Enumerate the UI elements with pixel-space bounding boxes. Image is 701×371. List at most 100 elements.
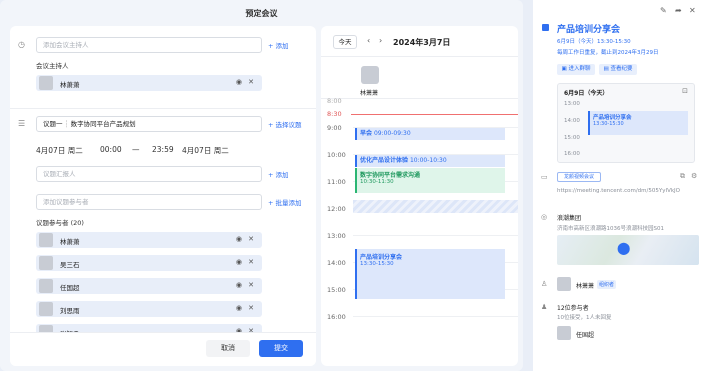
location-name: 浪潮集团 xyxy=(557,215,582,222)
meeting-form: ◷ 添加会议主持人 + 添加 会议主持人 林萧萧 ◉ ✕ ☰ 议题一 ┆ 数字协… xyxy=(10,26,316,366)
event-time: 10:30-11:30 xyxy=(360,179,394,185)
event-time: 10:00-10:30 xyxy=(409,157,447,164)
avatar xyxy=(39,76,53,90)
calendar-date: 2024年3月7日 xyxy=(393,38,451,47)
share-icon[interactable]: ➦ xyxy=(675,6,682,15)
topic-prefix: 议题一 xyxy=(43,120,63,128)
event-date: 6月9日（今天）13:30-15:30 xyxy=(557,39,631,45)
color-marker xyxy=(542,24,549,31)
close-icon[interactable]: ✕ xyxy=(248,78,254,86)
avatar xyxy=(557,277,571,291)
repeat-info: 每周工作日重复，截止到2024年3月29日 xyxy=(557,50,659,56)
mini-date: 6月9日（今天） xyxy=(564,90,609,97)
today-button[interactable]: 今天 xyxy=(333,35,357,49)
eye-icon[interactable]: ◉ xyxy=(236,235,242,243)
meeting-tag[interactable]: 龙颜视频会议 xyxy=(557,172,601,182)
organizer-name: 林萧萧 xyxy=(576,283,595,290)
event-requirements[interactable]: 数字协同平台需求沟通 10:30-11:30 xyxy=(355,168,505,193)
divider xyxy=(10,108,316,109)
edit-icon[interactable]: ✎ xyxy=(660,6,667,15)
eye-icon[interactable]: ◉ xyxy=(236,78,242,86)
mini-event-time: 13:30-15:30 xyxy=(593,121,624,127)
close-icon[interactable]: ✕ xyxy=(248,235,254,243)
participant-name: 任国超 xyxy=(60,284,80,292)
clock-icon: ◷ xyxy=(18,40,25,49)
person-name: 林萧萧 xyxy=(360,90,379,97)
participant-input[interactable]: 添加议题参与者 xyxy=(36,194,262,210)
event-morning-meeting[interactable]: 早会 09:00-09:30 xyxy=(355,128,505,140)
form-footer: 取消 提交 xyxy=(10,332,316,366)
event-title: 数字协同平台需求沟通 xyxy=(360,172,421,179)
close-icon[interactable]: ✕ xyxy=(248,258,254,266)
event-title: 产品培训分享会 xyxy=(360,254,403,261)
settings-icon[interactable]: ⚙ xyxy=(691,172,697,180)
event-detail-panel: ✎ ➦ ✕ 产品培训分享会 6月9日（今天）13:30-15:30 每周工作日重… xyxy=(533,0,701,371)
location-address: 济南市高新区浪潮路1036号浪潮科技园S01 xyxy=(557,226,664,232)
mini-hour: 13:00 xyxy=(564,101,580,107)
select-topic-link[interactable]: + 选择议题 xyxy=(268,119,302,129)
host-input[interactable]: 添加会议主持人 xyxy=(36,37,262,53)
event-time: 09:00-09:30 xyxy=(373,130,411,137)
time-dash: — xyxy=(132,145,140,154)
minutes-button[interactable]: ▤ 查看纪要 xyxy=(599,64,637,75)
meeting-url[interactable]: https://meeting.tencent.com/dm/505YyIVkJ… xyxy=(557,187,697,195)
mini-hour: 16:00 xyxy=(564,151,580,157)
group-icon: ♟ xyxy=(541,303,548,311)
current-time-label: 8:30 xyxy=(327,110,342,118)
current-time-line xyxy=(351,114,518,115)
event-time: 13:30-15:30 xyxy=(360,261,394,267)
event-training[interactable]: 产品培训分享会 13:30-15:30 xyxy=(355,249,505,299)
eye-icon[interactable]: ◉ xyxy=(236,304,242,312)
next-icon[interactable]: › xyxy=(379,36,382,45)
event-title: 早会 xyxy=(360,130,373,137)
add-host-link[interactable]: + 添加 xyxy=(268,40,289,50)
hour-label: 12:00 xyxy=(327,205,346,213)
mini-hour: 14:00 xyxy=(564,118,580,124)
location-icon: ◎ xyxy=(541,213,548,221)
participant-name: 林萧萧 xyxy=(60,238,80,246)
submit-button[interactable]: 提交 xyxy=(259,340,303,357)
prev-icon[interactable]: ‹ xyxy=(367,36,370,45)
add-reporter-link[interactable]: + 添加 xyxy=(268,169,289,179)
avatar xyxy=(39,233,53,247)
close-icon[interactable]: ✕ xyxy=(248,281,254,289)
mini-calendar: 6月9日（今天） ⊡ 13:00 14:00 15:00 16:00 产品培训分… xyxy=(557,83,695,163)
close-icon[interactable]: ✕ xyxy=(689,6,696,15)
avatar xyxy=(39,279,53,293)
mini-event[interactable]: 产品培训分享会 13:30-15:30 xyxy=(588,111,688,135)
lunch-block xyxy=(353,200,518,213)
mini-event-title: 产品培训分享会 xyxy=(593,115,632,121)
join-chat-button[interactable]: ▣ 进入群聊 xyxy=(557,64,595,75)
participants-label: 议题参与者 (20) xyxy=(36,219,84,227)
end-time[interactable]: 23:59 xyxy=(152,145,174,154)
mini-hour: 15:00 xyxy=(564,135,580,141)
copy-icon[interactable]: ⧉ xyxy=(680,172,685,181)
participant-name: 吴三石 xyxy=(60,261,80,269)
event-design[interactable]: 优化产品设计体验 10:00-10:30 xyxy=(355,155,505,167)
list-icon: ☰ xyxy=(18,119,26,128)
divider xyxy=(321,56,518,57)
eye-icon[interactable]: ◉ xyxy=(236,281,242,289)
expand-icon[interactable]: ⊡ xyxy=(682,87,688,95)
start-time[interactable]: 00:00 xyxy=(100,145,122,154)
start-date[interactable]: 4月07日 周二 xyxy=(36,145,83,156)
host-section-label: 会议主持人 xyxy=(36,62,69,70)
close-icon[interactable]: ✕ xyxy=(248,304,254,312)
eye-icon[interactable]: ◉ xyxy=(236,258,242,266)
participants-status: 10位接受，1人未回复 xyxy=(557,315,612,321)
map-pin-icon: ⬤ xyxy=(617,241,631,255)
reporter-input[interactable]: 议题汇报人 xyxy=(36,166,262,182)
hour-label: 15:00 xyxy=(327,286,346,294)
avatar xyxy=(361,66,379,84)
end-date[interactable]: 4月07日 周二 xyxy=(182,145,229,156)
hour-label: 10:00 xyxy=(327,151,346,159)
avatar xyxy=(557,326,571,340)
cancel-button[interactable]: 取消 xyxy=(206,340,250,357)
topic-input[interactable]: 议题一 ┆ 数字协同平台产品规划 xyxy=(36,116,262,132)
video-icon: ▭ xyxy=(541,173,548,181)
person-icon: ♙ xyxy=(541,280,548,288)
participant-name: 任国超 xyxy=(576,332,595,339)
divider xyxy=(321,98,518,99)
location-map[interactable]: ⬤ xyxy=(557,235,699,265)
batch-add-link[interactable]: + 批量添加 xyxy=(268,197,302,207)
